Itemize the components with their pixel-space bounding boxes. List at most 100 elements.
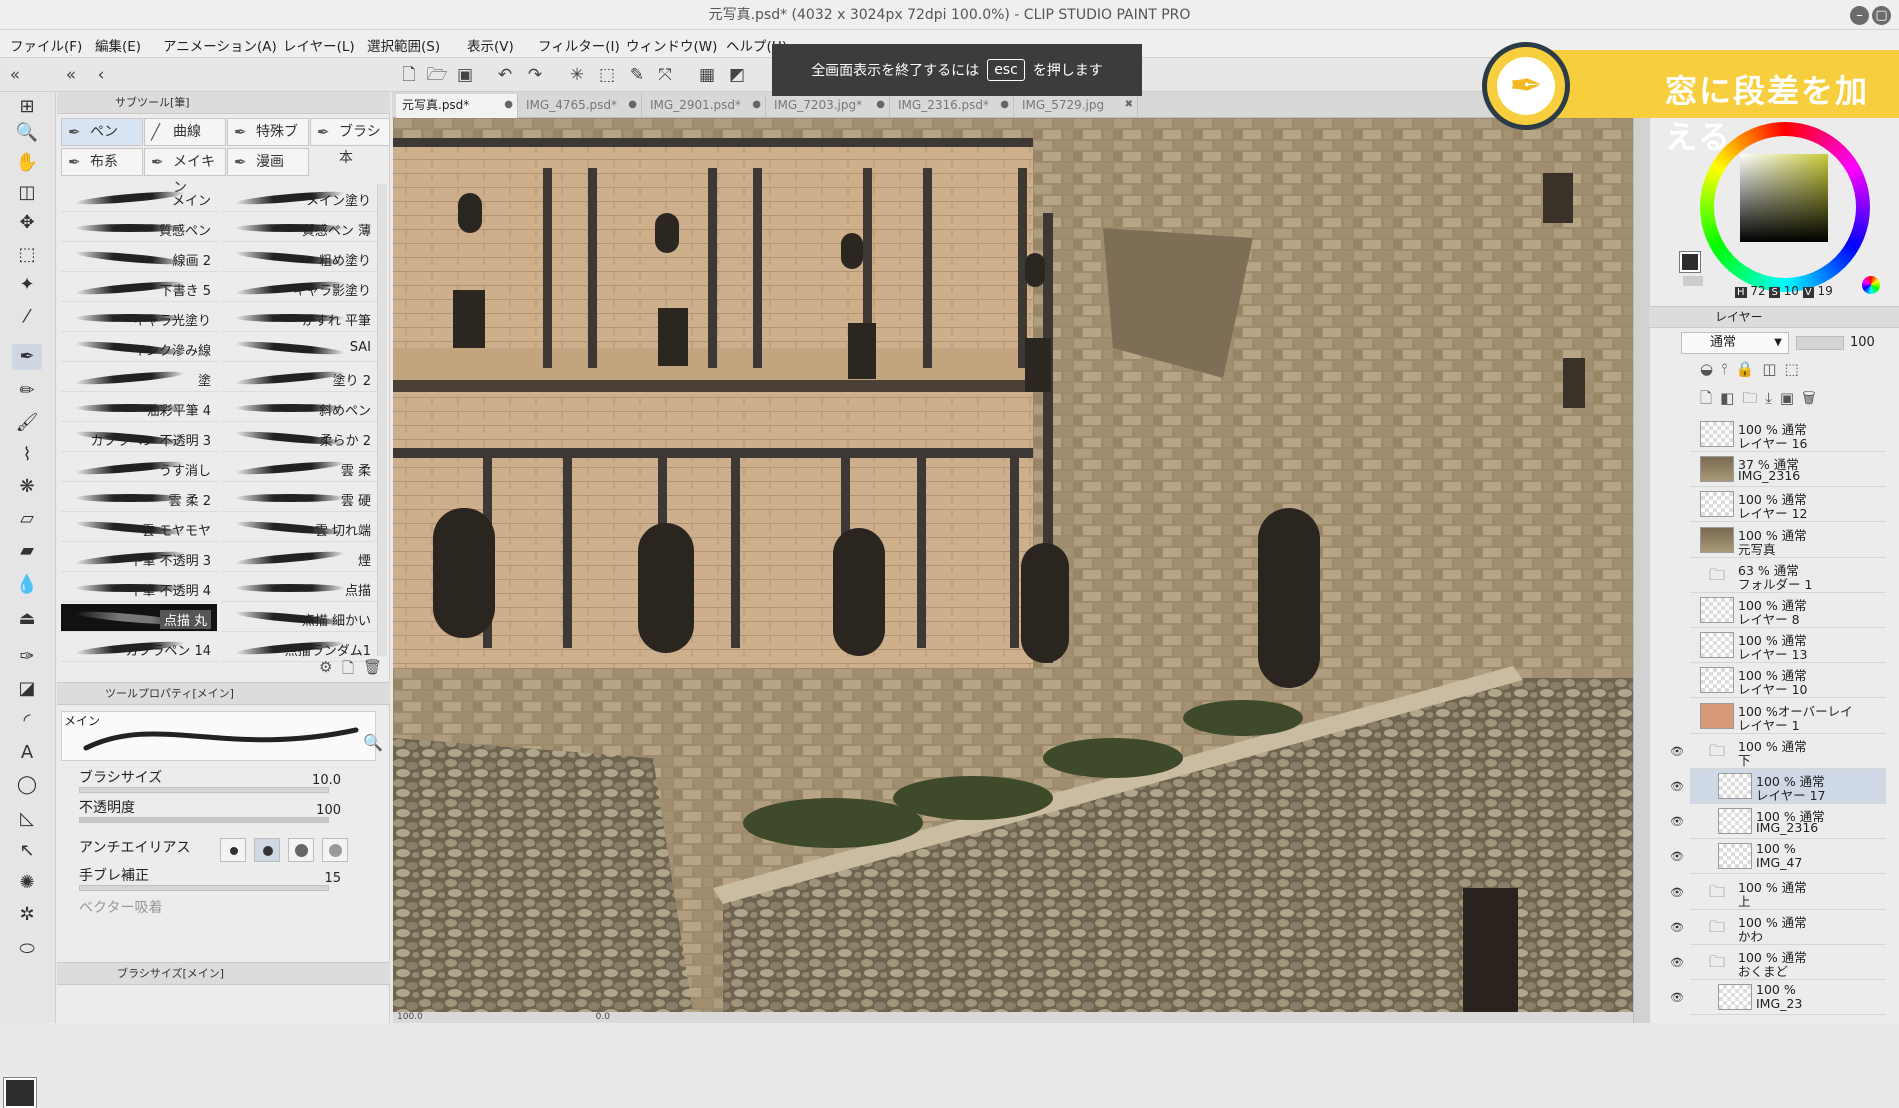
saturation-value-square[interactable] [1740, 154, 1828, 242]
doc-tab[interactable]: IMG_5729.jpg ✖ [1016, 94, 1138, 118]
grid-icon[interactable]: ▦ [696, 64, 718, 86]
ellipse-tool-icon[interactable]: ⬭ [12, 936, 42, 962]
brush-item[interactable]: 点描 [221, 574, 377, 602]
lock-alpha-icon[interactable]: ◫ [1762, 360, 1784, 378]
main-color-swatch[interactable] [4, 1078, 36, 1108]
color-mode-icon[interactable] [1862, 276, 1880, 294]
layer-row[interactable]: 100 % 通常 レイヤー 8 [1690, 593, 1886, 628]
group-tab-curve[interactable]: ╱ 曲線 [144, 118, 226, 146]
brush-item[interactable]: かすれ 平筆 [221, 304, 377, 332]
brush-item[interactable]: うす消し [61, 454, 217, 482]
brush-item[interactable]: キャラ影塗り [221, 274, 377, 302]
layer-row[interactable]: 100 %オーバーレイ レイヤー 1 [1690, 699, 1886, 734]
opacity-value[interactable]: 100 [291, 803, 341, 818]
visibility-eye-icon[interactable]: 👁 [1670, 886, 1684, 899]
layer-row[interactable]: 👁 🗀 100 % 通常 かわ [1670, 910, 1886, 945]
brush-item[interactable]: 点描 丸 [61, 604, 217, 632]
chevron-left-icon[interactable]: ‹ [90, 64, 112, 86]
group-tab-special[interactable]: ✒ 特殊ブ [227, 118, 309, 146]
visibility-eye-icon[interactable]: 👁 [1670, 815, 1684, 828]
brush-item[interactable]: 質感ペン [61, 214, 217, 242]
layer-row[interactable]: 100 % 通常 レイヤー 13 [1690, 628, 1886, 664]
close-icon[interactable]: ● [1000, 94, 1009, 116]
group-tab-brush[interactable]: ✒ ブラシ本 [310, 118, 390, 166]
brush-item[interactable]: 雲 切れ端 [221, 514, 377, 542]
doc-tab[interactable]: IMG_7203.jpg* ● [768, 94, 890, 118]
decoration-tool-icon[interactable]: ❋ [12, 474, 42, 500]
collapse-left-icon[interactable]: « [60, 64, 82, 86]
antialias-strong[interactable] [322, 838, 348, 862]
operation-tool-icon[interactable]: ◫ [12, 180, 42, 206]
trash-icon[interactable]: 🗑 [363, 658, 382, 676]
open-file-icon[interactable]: 🗁 [426, 64, 448, 86]
merge-down-icon[interactable]: ⤓ [1765, 389, 1780, 407]
brush-item[interactable]: SAI [221, 334, 377, 362]
stamp-tool-icon[interactable]: ⏏ [12, 606, 42, 632]
brush-item[interactable]: カブラペン 不透明 3 [61, 424, 217, 452]
auto-select-tool-icon[interactable]: ✦ [12, 272, 42, 298]
brush-tool-icon[interactable]: 🖌 [12, 410, 42, 436]
close-icon[interactable]: ● [504, 94, 513, 116]
new-layer-icon[interactable]: 🗋 [1700, 389, 1720, 407]
brush-item[interactable]: メイン塗り [221, 184, 377, 212]
visibility-eye-icon[interactable]: 👁 [1670, 850, 1684, 863]
antialias-medium[interactable] [288, 838, 314, 862]
visibility-eye-icon[interactable]: 👁 [1670, 780, 1684, 793]
layer-row[interactable]: 37 % 通常 IMG_2316 [1690, 452, 1886, 488]
gradient-tool-icon[interactable]: ◪ [12, 676, 42, 702]
deselect-icon[interactable]: ⬚ [596, 64, 618, 86]
close-icon[interactable]: ● [752, 94, 761, 116]
eyedropper-tool-icon[interactable]: ⁄ [12, 304, 42, 330]
subtool-scrollbar[interactable] [377, 184, 387, 656]
layer-row[interactable]: 👁 🗀 100 % 通常上 [1670, 875, 1886, 910]
brush-item[interactable]: カブラペン 14 [61, 634, 217, 662]
new-vector-icon[interactable]: ◧ [1720, 389, 1742, 407]
selection-tool-icon[interactable]: ⬚ [12, 242, 42, 268]
visibility-eye-icon[interactable]: 👁 [1670, 921, 1684, 934]
menu-animation[interactable]: アニメーション(A) [163, 35, 277, 55]
brush-item[interactable]: 雲 硬 [221, 484, 377, 512]
doc-tab[interactable]: IMG_2316.psd* ● [892, 94, 1014, 118]
airbrush-tool-icon[interactable]: ⌇ [12, 442, 42, 468]
layer-row[interactable]: 👁 100 % IMG_47 [1670, 839, 1886, 875]
layer-row[interactable]: 👁 100 % 通常 レイヤー 17 [1670, 769, 1886, 804]
antialias-weak[interactable] [254, 838, 280, 862]
zoom-value[interactable]: 100.0 [397, 1012, 423, 1022]
fill-tool-icon[interactable]: 💧 [12, 572, 42, 598]
loading-icon[interactable]: ✳ [566, 64, 588, 86]
lock-icon[interactable]: 🔒 [1736, 360, 1763, 378]
close-icon[interactable]: ✖ [1125, 94, 1133, 116]
group-tab-pen[interactable]: ✒ ペン [61, 118, 143, 146]
save-icon[interactable]: ▣ [454, 64, 476, 86]
zoom-tool-icon[interactable]: 🔍 [12, 120, 42, 146]
layer-row[interactable]: 👁 🗀 100 % 通常下 [1670, 734, 1886, 769]
text-tool-icon[interactable]: A [12, 740, 42, 766]
antialias-none[interactable] [220, 838, 246, 862]
speed-line-tool-icon[interactable]: ✲ [12, 902, 42, 928]
canvas-vertical-scrollbar[interactable] [1633, 118, 1649, 1023]
brush-item[interactable]: 煙 [221, 544, 377, 572]
mask-icon[interactable]: ⬚ [1785, 360, 1807, 378]
brush-size-value[interactable]: 10.0 [291, 773, 341, 788]
eraser-tool-icon[interactable]: ▱ [12, 506, 42, 532]
brush-item[interactable]: インク滲み線 [61, 334, 217, 362]
group-tab-making[interactable]: ✒ メイキン [144, 148, 226, 196]
brush-item[interactable]: 質感ペン 薄 [221, 214, 377, 242]
close-icon[interactable]: ● [876, 94, 885, 116]
rotate-value[interactable]: 0.0 [596, 1012, 610, 1022]
menu-edit[interactable]: 編集(E) [95, 35, 141, 55]
undo-icon[interactable]: ↶ [494, 64, 516, 86]
visibility-eye-icon[interactable]: 👁 [1670, 991, 1684, 1004]
minimize-button[interactable]: – [1850, 6, 1869, 25]
menu-layer[interactable]: レイヤー(L) [283, 35, 355, 55]
ruler-tool-icon[interactable]: ◺ [12, 806, 42, 832]
brush-item[interactable]: キャラ光塗り [61, 304, 217, 332]
doc-tab[interactable]: 元写真.psd* ● [396, 94, 518, 118]
stabilization-value[interactable]: 15 [291, 871, 341, 886]
layer-row[interactable]: 100 % 通常 レイヤー 10 [1690, 663, 1886, 699]
layer-mask-icon[interactable]: ▣ [1780, 389, 1802, 407]
figure-tool-icon[interactable]: ◜ [12, 708, 42, 734]
menu-file[interactable]: ファイル(F) [10, 35, 82, 55]
brush-item[interactable]: 下書き 5 [61, 274, 217, 302]
blend-mode-select[interactable]: 通常 ▼ [1681, 332, 1789, 354]
